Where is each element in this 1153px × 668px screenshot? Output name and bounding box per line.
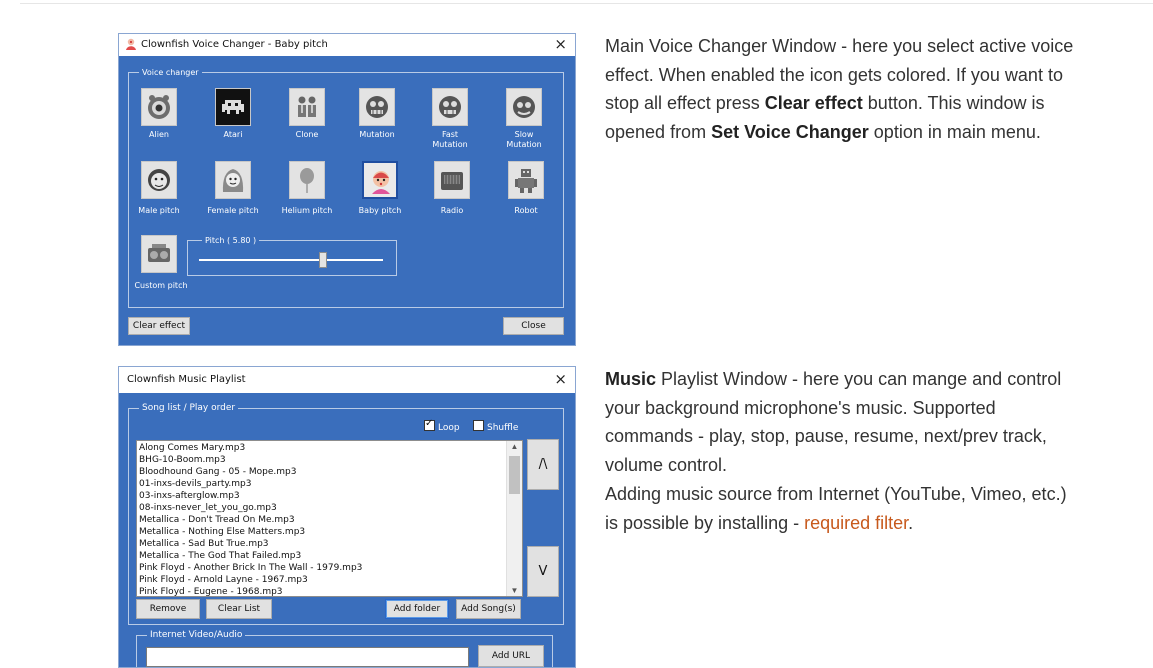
song-list-item[interactable]: 03-inxs-afterglow.mp3 <box>137 490 522 502</box>
voice-changer-description: Main Voice Changer Window - here you sel… <box>605 32 1075 147</box>
music-playlist-window: Clownfish Music Playlist × Song list / P… <box>118 366 576 668</box>
song-list-item[interactable]: Metallica - The God That Failed.mp3 <box>137 550 522 562</box>
atari-invader-icon <box>215 88 251 126</box>
window-title: Clownfish Music Playlist <box>127 374 246 385</box>
fast-mutation-icon <box>432 88 468 126</box>
top-divider <box>20 0 1153 4</box>
move-down-button[interactable]: V <box>527 546 559 597</box>
group-label: Song list / Play order <box>139 403 239 414</box>
effect-label: Robot <box>514 206 538 215</box>
song-list-item[interactable]: Along Comes Mary.mp3 <box>137 442 522 454</box>
song-list-item[interactable]: Pink Floyd - Eugene - 1968.mp3 <box>137 586 522 596</box>
clownfish-app-icon <box>126 38 136 50</box>
remove-button[interactable]: Remove <box>136 599 200 619</box>
required-filter-link[interactable]: required filter <box>804 513 908 533</box>
custom-pitch-icon <box>141 235 177 273</box>
close-button[interactable]: Close <box>503 317 564 335</box>
add-folder-button[interactable]: Add folder <box>385 599 449 619</box>
song-items: Along Comes Mary.mp3 BHG-10-Boom.mp3 Blood… <box>137 441 522 596</box>
male-face-icon <box>141 161 177 199</box>
shuffle-label: Shuffle <box>487 423 519 433</box>
description-text: option in main menu. <box>868 122 1041 143</box>
list-scrollbar[interactable]: ▲ ▼ <box>506 441 522 596</box>
shuffle-checkbox[interactable]: Shuffle <box>473 420 518 433</box>
effect-label: Radio <box>440 206 464 215</box>
song-list-item[interactable]: BHG-10-Boom.mp3 <box>137 454 522 466</box>
effect-label: Baby pitch <box>358 206 402 215</box>
effect-label: Mutation <box>359 130 395 139</box>
balloon-icon <box>289 161 325 199</box>
voice-changer-window: Clownfish Voice Changer - Baby pitch × V… <box>118 33 576 346</box>
loop-check-icon <box>424 418 435 431</box>
slider-thumb[interactable] <box>319 252 327 268</box>
effect-label: Alien <box>149 130 169 139</box>
description-text: . <box>908 512 914 533</box>
clone-icon <box>289 88 325 126</box>
add-url-button[interactable]: Add URL <box>478 645 544 667</box>
song-list-item[interactable]: Pink Floyd - Arnold Layne - 1967.mp3 <box>137 574 522 586</box>
window-title: Clownfish Voice Changer - Baby pitch <box>141 39 328 50</box>
music-playlist-description: Music Playlist Window - here you can man… <box>605 365 1075 537</box>
pitch-label: Pitch ( 5.80 ) <box>202 235 260 246</box>
close-icon[interactable]: × <box>554 36 567 52</box>
url-input[interactable] <box>146 647 469 667</box>
effect-label: Female pitch <box>207 206 259 215</box>
clear-list-button[interactable]: Clear List <box>206 599 272 619</box>
description-bold: Set Voice Changer <box>711 122 869 143</box>
add-songs-button[interactable]: Add Song(s) <box>456 599 521 619</box>
song-list-item[interactable]: Pink Floyd - Another Brick In The Wall -… <box>137 562 522 574</box>
move-up-button[interactable]: /\ <box>527 439 559 490</box>
slider-track <box>199 259 383 261</box>
effect-label: Atari <box>223 130 243 139</box>
close-icon[interactable]: × <box>554 371 567 387</box>
title-bar[interactable]: Clownfish Voice Changer - Baby pitch × <box>119 34 575 56</box>
radio-icon <box>434 161 470 199</box>
group-label: Internet Video/Audio <box>147 630 246 641</box>
slow-mutation-icon <box>506 88 542 126</box>
description-bold: Clear effect <box>764 93 863 114</box>
pitch-slider[interactable] <box>199 252 383 268</box>
effect-label: Clone <box>295 130 319 139</box>
effect-label: Slow Mutation <box>506 130 542 149</box>
description-bold: Music <box>605 369 657 389</box>
baby-icon <box>362 161 398 199</box>
effect-label: Fast Mutation <box>432 130 468 149</box>
scroll-up-icon[interactable]: ▲ <box>507 442 522 451</box>
group-label: Voice changer <box>139 67 202 78</box>
song-list-item[interactable]: Metallica - Nothing Else Matters.mp3 <box>137 526 522 538</box>
loop-checkbox[interactable]: Loop <box>424 418 460 433</box>
clear-effect-button[interactable]: Clear effect <box>128 317 190 335</box>
effect-label: Helium pitch <box>281 206 333 215</box>
effect-label: Custom pitch <box>134 281 188 290</box>
song-list-item[interactable]: 01-inxs-devils_party.mp3 <box>137 478 522 490</box>
robot-icon <box>508 161 544 199</box>
scroll-down-icon[interactable]: ▼ <box>507 586 522 595</box>
title-bar[interactable]: Clownfish Music Playlist × <box>119 367 575 393</box>
song-list-item[interactable]: 08-inxs-never_let_you_go.mp3 <box>137 502 522 514</box>
song-list-item[interactable]: Bloodhound Gang - 05 - Mope.mp3 <box>137 466 522 478</box>
song-list[interactable]: Along Comes Mary.mp3 BHG-10-Boom.mp3 Blood… <box>136 440 523 597</box>
scroll-thumb[interactable] <box>509 456 520 494</box>
alien-icon <box>141 88 177 126</box>
effect-label: Male pitch <box>138 206 180 215</box>
loop-label: Loop <box>438 423 460 433</box>
shuffle-check-icon <box>473 420 484 431</box>
song-list-item[interactable]: Metallica - Sad But True.mp3 <box>137 538 522 550</box>
song-list-item[interactable]: Metallica - Don't Tread On Me.mp3 <box>137 514 522 526</box>
mutation-icon <box>359 88 395 126</box>
female-face-icon <box>215 161 251 199</box>
description-text: Playlist Window - here you can mange and… <box>605 369 1062 476</box>
